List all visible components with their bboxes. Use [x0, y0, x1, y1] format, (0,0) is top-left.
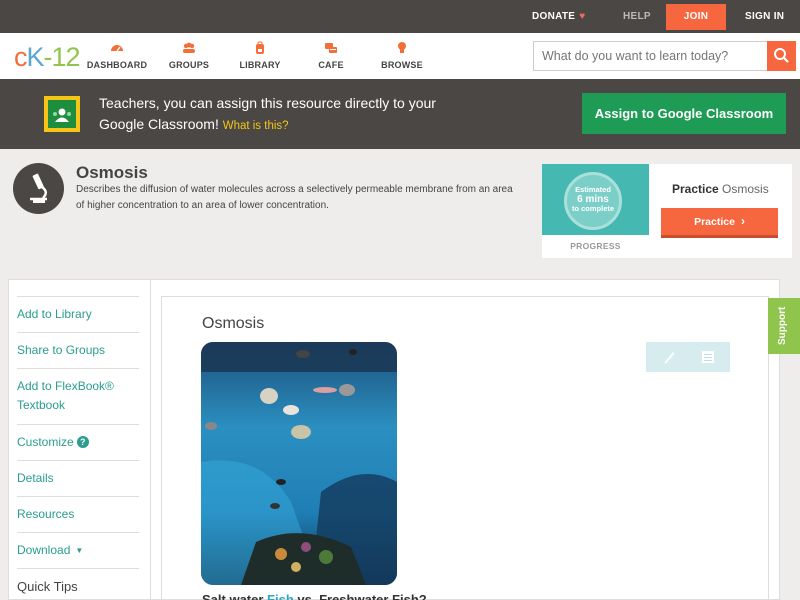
progress-box: Estimated 6 mins to complete	[542, 164, 649, 235]
heading-highlight: Fish	[267, 592, 294, 600]
google-classroom-icon	[44, 96, 80, 132]
customize-label: Customize	[17, 435, 74, 449]
practice-title-topic: Osmosis	[722, 182, 769, 196]
assign-to-google-classroom-button[interactable]: Assign to Google Classroom	[582, 93, 786, 134]
sidebar-item-customize[interactable]: Customize?	[17, 424, 139, 460]
top-utility-bar: DONATE ♥ HELP JOIN SIGN IN	[0, 0, 800, 33]
pencil-icon[interactable]	[660, 348, 678, 366]
sidebar: Add to Library Share to Groups Add to Fl…	[8, 279, 150, 600]
support-tab[interactable]: Support	[768, 298, 800, 354]
chevron-right-icon: ›	[740, 214, 745, 228]
nav-cafe[interactable]: CAFE	[296, 33, 366, 79]
groups-people-icon	[183, 42, 195, 53]
practice-card: Estimated 6 mins to complete PROGRESS Pr…	[542, 164, 792, 258]
google-classroom-banner: Teachers, you can assign this resource d…	[0, 79, 800, 149]
cafe-chat-icon	[325, 43, 337, 53]
estimated-label: Estimated	[575, 185, 611, 194]
to-complete-label: to complete	[571, 204, 615, 213]
dashboard-gauge-icon	[111, 45, 123, 52]
heading-part-1: Salt	[202, 592, 226, 600]
sidebar-item-add-to-flexbook[interactable]: Add to FlexBook® Textbook	[17, 368, 139, 424]
sidebar-item-resources[interactable]: Resources	[17, 496, 139, 532]
nav-browse[interactable]: BROWSE	[367, 33, 437, 79]
section-heading-partial: Salt water Fish vs. Freshwater Fish?	[202, 592, 427, 600]
nav-dashboard-label: DASHBOARD	[86, 60, 148, 70]
notes-icon[interactable]	[699, 348, 717, 366]
logo-dash: -	[43, 42, 53, 72]
download-label: Download	[17, 543, 71, 557]
concept-title: Osmosis	[76, 163, 148, 182]
donate-link[interactable]: DONATE ♥	[532, 0, 586, 33]
practice-button-label: Practice	[694, 216, 735, 228]
signin-link[interactable]: SIGN IN	[745, 0, 784, 33]
content-title: Osmosis	[202, 315, 265, 332]
microscope-icon	[13, 163, 64, 214]
nav-library-label: LIBRARY	[239, 60, 281, 70]
ck12-logo[interactable]: cK-12	[14, 42, 81, 73]
nav-groups[interactable]: GROUPS	[154, 33, 224, 79]
logo-k: K	[26, 42, 45, 72]
practice-button[interactable]: Practice ›	[661, 208, 778, 238]
search-box	[533, 41, 796, 71]
sidebar-item-quick-tips[interactable]: Quick Tips	[17, 568, 139, 600]
sidebar-item-details[interactable]: Details	[17, 460, 139, 496]
practice-title-bold: Practice	[672, 182, 719, 196]
support-label: Support	[777, 306, 788, 345]
donate-label: DONATE	[532, 11, 576, 22]
nav-groups-label: GROUPS	[168, 60, 210, 70]
progress-label: PROGRESS	[570, 241, 621, 251]
practice-title: Practice Osmosis	[672, 182, 769, 196]
browse-lightbulb-icon	[398, 42, 406, 53]
edit-tools	[646, 342, 730, 372]
logo-c: c	[14, 42, 27, 72]
caret-down-icon: ▼	[75, 546, 84, 555]
sidebar-item-add-to-library[interactable]: Add to Library	[17, 296, 139, 332]
nav-browse-label: BROWSE	[381, 60, 423, 70]
progress-circle: Estimated 6 mins to complete	[564, 172, 622, 230]
sidebar-item-share-to-groups[interactable]: Share to Groups	[17, 332, 139, 368]
help-question-icon[interactable]: ?	[76, 436, 89, 448]
banner-message: Teachers, you can assign this resource d…	[99, 93, 459, 137]
main-nav: cK-12 DASHBOARD GROUPS LIBRARY CAFE BROW…	[0, 33, 800, 79]
concept-description: Describes the diffusion of water molecul…	[76, 184, 513, 211]
library-backpack-icon	[256, 41, 264, 54]
search-input[interactable]	[534, 42, 768, 70]
search-button[interactable]	[767, 41, 796, 71]
help-link[interactable]: HELP	[623, 0, 651, 33]
join-button[interactable]: JOIN	[666, 4, 726, 30]
heart-icon: ♥	[579, 11, 586, 22]
nav-library[interactable]: LIBRARY	[225, 33, 295, 79]
sidebar-item-download[interactable]: Download ▼	[17, 532, 139, 568]
search-icon	[774, 48, 789, 63]
nav-cafe-label: CAFE	[318, 60, 344, 70]
heading-part-2: vs. Freshwater Fish?	[297, 592, 427, 600]
what-is-this-link[interactable]: What is this?	[223, 120, 289, 132]
aquarium-fish-image	[201, 342, 397, 585]
nav-dashboard[interactable]: DASHBOARD	[82, 33, 152, 79]
logo-number: 12	[51, 42, 81, 72]
